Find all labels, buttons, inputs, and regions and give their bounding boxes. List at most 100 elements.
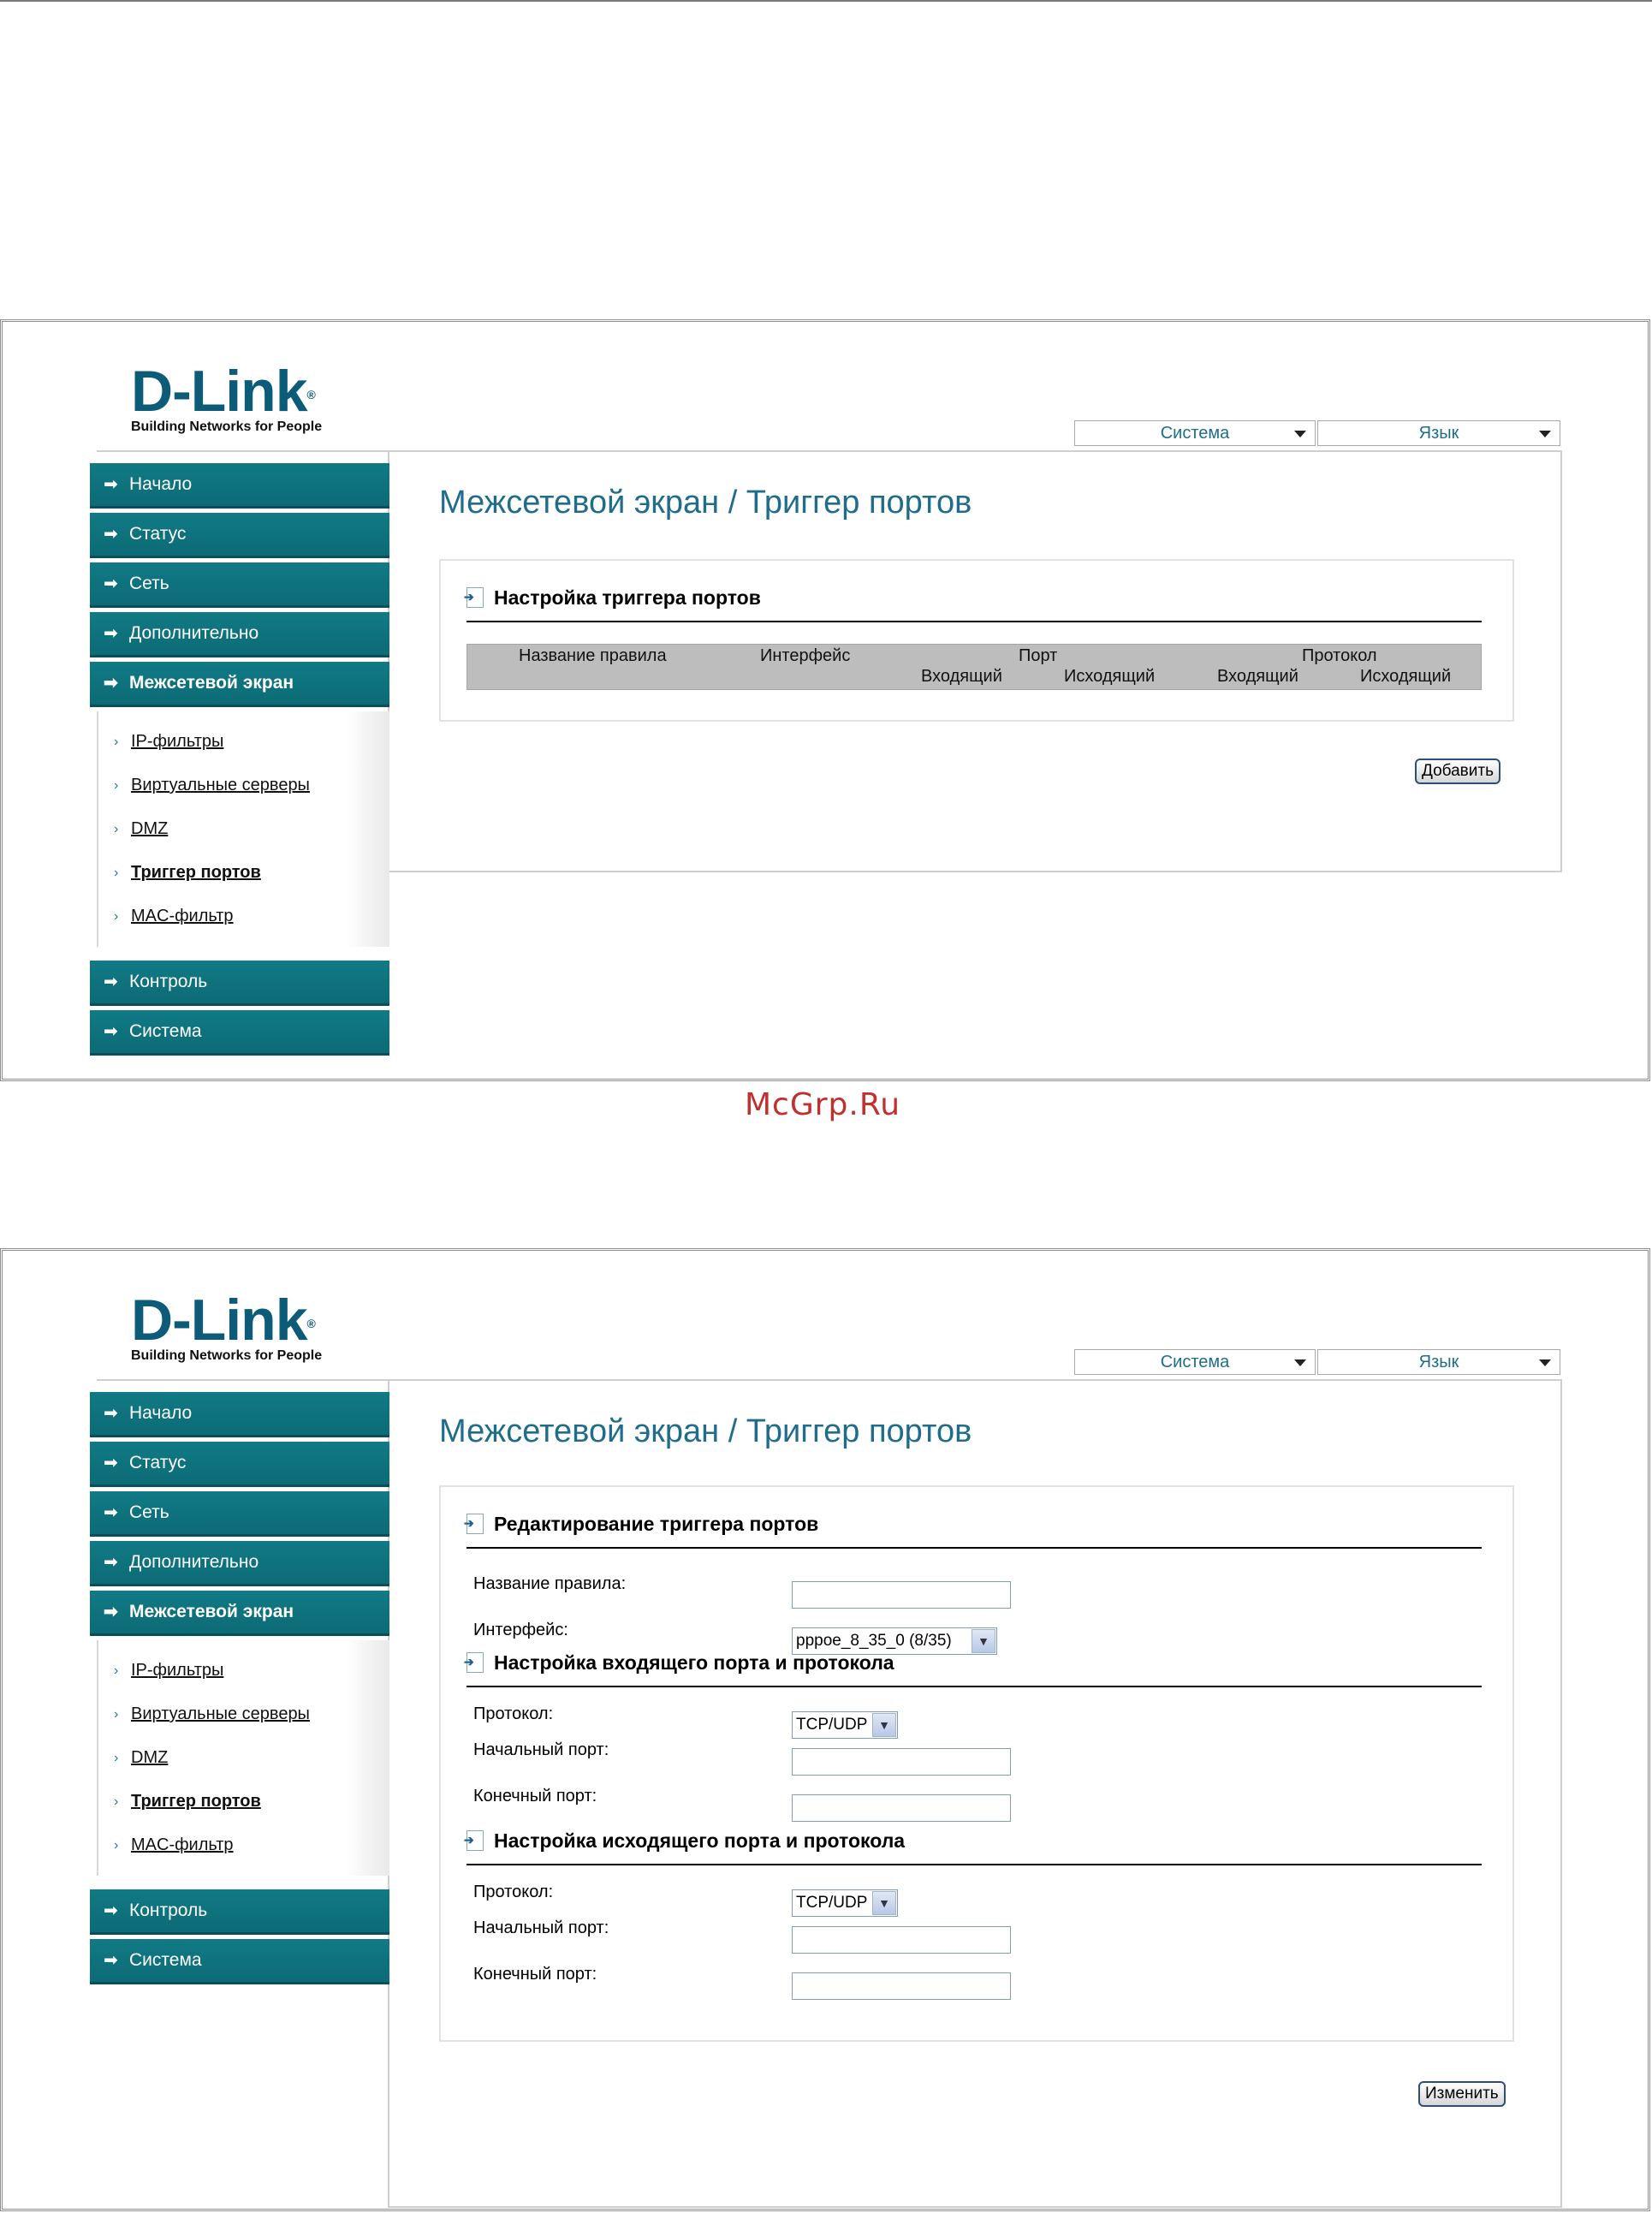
firewall-submenu: › IP-фильтры › Виртуальные серверы › DMZ › Т…: [97, 1640, 389, 1876]
chevron-down-icon: ▼: [972, 1629, 995, 1653]
sidebar-item-network[interactable]: ➡ Сеть: [90, 562, 389, 605]
in-start-port-input[interactable]: [792, 1748, 1011, 1776]
submenu-item-mac-filter[interactable]: › MAC-фильтр: [98, 1823, 389, 1867]
arrow-right-icon: ➡: [104, 1951, 118, 1970]
watermark: McGrp.Ru: [745, 1087, 901, 1122]
in-end-port-label: Конечный порт:: [473, 1787, 597, 1805]
in-end-port-input[interactable]: [792, 1794, 1011, 1822]
chevron-down-icon: [1539, 431, 1551, 437]
sidebar-item-firewall[interactable]: ➡ Межсетевой экран: [90, 662, 389, 705]
bullet-icon: ›: [114, 1663, 119, 1678]
page-title: Межсетевой экран / Триггер портов: [439, 1413, 972, 1449]
in-protocol-select[interactable]: TCP/UDP ▼: [792, 1711, 898, 1739]
interface-label: Интерфейс:: [473, 1621, 568, 1639]
edit-trigger-panel: Редактирование триггера портов Название …: [439, 1485, 1514, 2042]
screenshot-trigger-edit: D-Link® Building Networks for People Сис…: [0, 1248, 1650, 2211]
arrow-right-icon: ➡: [104, 973, 118, 991]
bullet-icon: ›: [114, 735, 119, 749]
section-header-edit: Редактирование триггера портов: [464, 1513, 1482, 1549]
bullet-icon: ›: [114, 822, 119, 836]
add-button[interactable]: Добавить: [1415, 758, 1500, 784]
section-arrow-icon: [464, 1514, 484, 1534]
arrow-right-icon: ➡: [104, 674, 118, 693]
section-header-outgoing: Настройка исходящего порта и протокола: [464, 1829, 1482, 1865]
sidebar-item-start[interactable]: ➡ Начало: [90, 463, 389, 506]
change-button[interactable]: Изменить: [1418, 2081, 1506, 2107]
page-title: Межсетевой экран / Триггер портов: [439, 485, 972, 521]
col-port-outgoing: Исходящий: [1064, 667, 1156, 686]
language-select[interactable]: Язык: [1317, 1349, 1560, 1375]
rule-name-input[interactable]: [792, 1581, 1011, 1609]
arrow-right-icon: ➡: [104, 1022, 118, 1041]
sidebar-menu: ➡ Начало ➡ Статус ➡ Сеть ➡ Дополнительно ➡ Ме…: [90, 1392, 389, 1989]
firewall-submenu: › IP-фильтры › Виртуальные серверы › DMZ › Т…: [97, 711, 389, 947]
submenu-item-dmz[interactable]: › DMZ: [98, 807, 389, 851]
sidebar-item-network[interactable]: ➡ Сеть: [90, 1491, 389, 1534]
screenshot-trigger-list: D-Link® Building Networks for People Сис…: [0, 319, 1650, 1081]
sidebar-item-status[interactable]: ➡ Статус: [90, 513, 389, 556]
col-port: Порт: [1019, 646, 1058, 665]
arrow-right-icon: ➡: [104, 475, 118, 494]
bullet-icon: ›: [114, 1838, 119, 1853]
sidebar-menu: ➡ Начало ➡ Статус ➡ Сеть ➡ Дополнительно ➡ Ме…: [90, 463, 389, 1060]
sidebar-item-control[interactable]: ➡ Контроль: [90, 961, 389, 1003]
sidebar-item-advanced[interactable]: ➡ Дополнительно: [90, 612, 389, 655]
sidebar-item-status[interactable]: ➡ Статус: [90, 1442, 389, 1484]
out-end-port-input[interactable]: [792, 1972, 1011, 2000]
arrow-right-icon: ➡: [104, 574, 118, 593]
sidebar-item-start[interactable]: ➡ Начало: [90, 1392, 389, 1435]
bullet-icon: ›: [114, 1794, 119, 1809]
sidebar-item-firewall[interactable]: ➡ Межсетевой экран: [90, 1591, 389, 1633]
sidebar-item-system[interactable]: ➡ Система: [90, 1010, 389, 1053]
in-start-port-label: Начальный порт:: [473, 1740, 609, 1759]
arrow-right-icon: ➡: [104, 1454, 118, 1472]
submenu-item-virtual-servers[interactable]: › Виртуальные серверы: [98, 764, 389, 807]
section-arrow-icon: [464, 1652, 484, 1673]
submenu-item-ip-filters[interactable]: › IP-фильтры: [98, 1649, 389, 1692]
col-protocol-incoming: Входящий: [1217, 667, 1298, 686]
submenu-item-virtual-servers[interactable]: › Виртуальные серверы: [98, 1692, 389, 1736]
dlink-logo: D-Link® Building Networks for People: [131, 1288, 323, 1363]
rule-name-label: Название правила:: [473, 1574, 627, 1593]
port-trigger-panel: Настройка триггера портов Название прави…: [439, 559, 1514, 722]
out-end-port-label: Конечный порт:: [473, 1965, 597, 1984]
system-select[interactable]: Система: [1074, 420, 1316, 446]
arrow-right-icon: ➡: [104, 1503, 118, 1522]
chevron-down-icon: [1294, 1359, 1306, 1366]
top-rule: [0, 0, 1652, 2]
sidebar-item-advanced[interactable]: ➡ Дополнительно: [90, 1541, 389, 1584]
divider: [97, 1379, 388, 1381]
out-start-port-input[interactable]: [792, 1926, 1011, 1954]
out-protocol-select[interactable]: TCP/UDP ▼: [792, 1889, 898, 1917]
sidebar-item-system[interactable]: ➡ Система: [90, 1939, 389, 1982]
col-interface: Интерфейс: [760, 646, 851, 665]
bullet-icon: ›: [114, 909, 119, 924]
language-select[interactable]: Язык: [1317, 420, 1560, 446]
chevron-down-icon: ▼: [872, 1891, 896, 1915]
col-port-incoming: Входящий: [921, 667, 1002, 686]
chevron-down-icon: [1539, 1359, 1551, 1366]
arrow-right-icon: ➡: [104, 1404, 118, 1423]
submenu-item-ip-filters[interactable]: › IP-фильтры: [98, 720, 389, 764]
submenu-item-port-trigger[interactable]: › Триггер портов: [98, 851, 389, 895]
in-protocol-label: Протокол:: [473, 1704, 554, 1723]
sidebar-item-control[interactable]: ➡ Контроль: [90, 1889, 389, 1932]
submenu-item-port-trigger[interactable]: › Триггер портов: [98, 1780, 389, 1823]
col-protocol: Протокол: [1302, 646, 1377, 665]
col-protocol-outgoing: Исходящий: [1360, 667, 1452, 686]
divider: [97, 450, 388, 452]
arrow-right-icon: ➡: [104, 1901, 118, 1920]
dlink-logo: D-Link® Building Networks for People: [131, 359, 323, 434]
section-header-incoming: Настройка входящего порта и протокола: [464, 1651, 1482, 1687]
out-start-port-label: Начальный порт:: [473, 1919, 609, 1937]
arrow-right-icon: ➡: [104, 624, 118, 643]
arrow-right-icon: ➡: [104, 1553, 118, 1572]
chevron-down-icon: [1294, 431, 1306, 437]
bullet-icon: ›: [114, 1707, 119, 1722]
submenu-item-mac-filter[interactable]: › MAC-фильтр: [98, 895, 389, 938]
arrow-right-icon: ➡: [104, 1603, 118, 1621]
col-rule-name: Название правила: [519, 646, 667, 665]
system-select[interactable]: Система: [1074, 1349, 1316, 1375]
arrow-right-icon: ➡: [104, 525, 118, 544]
submenu-item-dmz[interactable]: › DMZ: [98, 1736, 389, 1780]
